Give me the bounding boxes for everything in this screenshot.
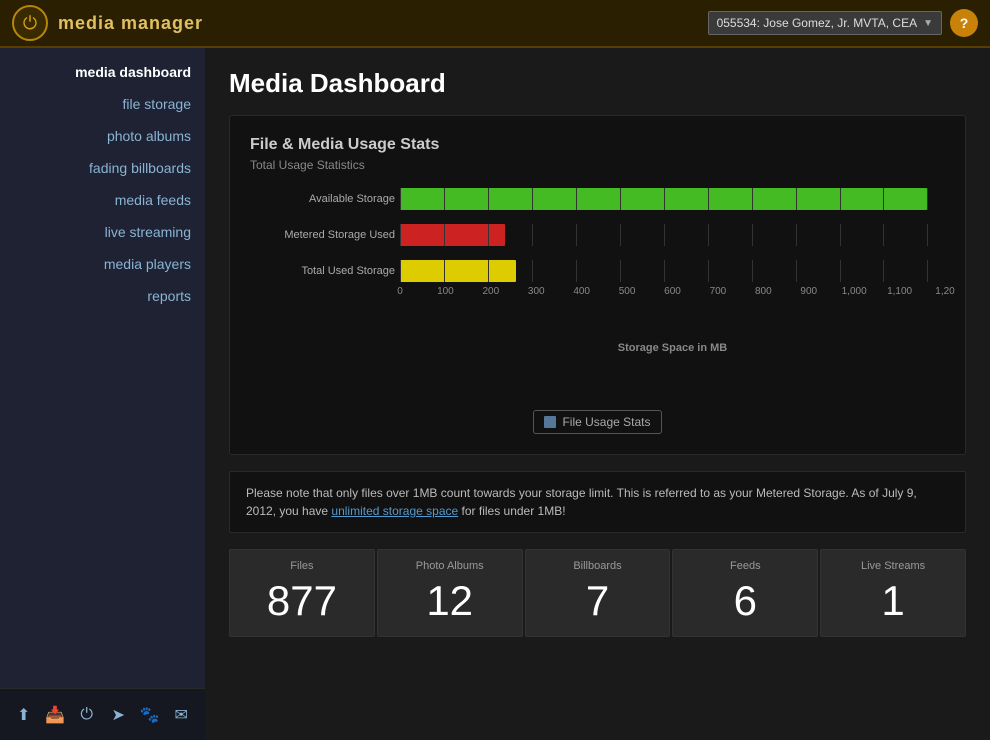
main-layout: media dashboardfile storagephoto albumsf… [0, 48, 990, 740]
download-icon[interactable]: 📥 [41, 701, 69, 729]
stat-label-live-streams: Live Streams [829, 560, 957, 572]
bar-container-total [400, 260, 945, 282]
stat-value-billboards: 7 [534, 580, 662, 622]
header-left: ⏻ media manager [12, 5, 203, 41]
stat-value-files: 877 [238, 580, 366, 622]
x-tick-0: 0 [397, 286, 403, 297]
sidebar-item-media-dashboard[interactable]: media dashboard [0, 56, 205, 88]
chart-bar-label-available: Available Storage [250, 193, 395, 205]
sidebar-nav: media dashboardfile storagephoto albumsf… [0, 48, 205, 688]
stat-label-billboards: Billboards [534, 560, 662, 572]
x-tick-9: 900 [800, 286, 817, 297]
stat-card-files: Files 877 [229, 549, 375, 637]
stat-card-billboards: Billboards 7 [525, 549, 671, 637]
bar-available [400, 188, 927, 210]
x-tick-10: 1,000 [842, 286, 867, 297]
chart-bar-row-available: Available Storage [400, 188, 945, 210]
help-button[interactable]: ? [950, 9, 978, 37]
stat-label-photo-albums: Photo Albums [386, 560, 514, 572]
page-title: Media Dashboard [229, 68, 966, 99]
chart-bar-row-metered: Metered Storage Used [400, 224, 945, 246]
x-tick-11: 1,100 [887, 286, 912, 297]
sidebar-item-file-storage[interactable]: file storage [0, 88, 205, 120]
x-axis-label: Storage Space in MB [400, 342, 945, 354]
stat-value-photo-albums: 12 [386, 580, 514, 622]
sidebar-item-fading-billboards[interactable]: fading billboards [0, 152, 205, 184]
x-tick-1: 100 [437, 286, 454, 297]
sidebar-item-live-streaming[interactable]: live streaming [0, 216, 205, 248]
chart-title: File & Media Usage Stats [250, 136, 945, 154]
header-right: 055534: Jose Gomez, Jr. MVTA, CEA ▼ ? [708, 9, 978, 37]
x-tick-2: 200 [482, 286, 499, 297]
chart-bar-row-total: Total Used Storage [400, 260, 945, 282]
stat-card-feeds: Feeds 6 [672, 549, 818, 637]
stat-label-files: Files [238, 560, 366, 572]
unlimited-storage-link[interactable]: unlimited storage space [331, 504, 458, 518]
x-tick-3: 300 [528, 286, 545, 297]
sidebar-item-media-players[interactable]: media players [0, 248, 205, 280]
chart-bar-label-total: Total Used Storage [250, 265, 395, 277]
stat-value-feeds: 6 [681, 580, 809, 622]
chart-rows: Available Storage Metered Storage Used Tot… [400, 188, 945, 282]
app-logo-icon: ⏻ [12, 5, 48, 41]
x-tick-4: 400 [573, 286, 590, 297]
info-text-block: Please note that only files over 1MB cou… [229, 471, 966, 533]
stats-row: Files877Photo Albums12Billboards7Feeds6L… [229, 549, 966, 637]
app-title: media manager [58, 13, 203, 34]
power-icon[interactable]: ⏻ [73, 701, 101, 729]
user-label: 055534: Jose Gomez, Jr. MVTA, CEA [717, 16, 918, 30]
chart-legend: File Usage Stats [250, 410, 945, 434]
x-tick-7: 700 [710, 286, 727, 297]
x-axis-ticks: 01002003004005006007008009001,0001,1001,… [400, 286, 945, 306]
user-dropdown[interactable]: 055534: Jose Gomez, Jr. MVTA, CEA ▼ [708, 11, 942, 35]
bar-container-available [400, 188, 945, 210]
bar-container-metered [400, 224, 945, 246]
mail-icon[interactable]: ✉ [167, 701, 195, 729]
sidebar-item-photo-albums[interactable]: photo albums [0, 120, 205, 152]
main-content: Media Dashboard File & Media Usage Stats… [205, 48, 990, 740]
stat-card-photo-albums: Photo Albums 12 [377, 549, 523, 637]
chart-card: File & Media Usage Stats Total Usage Sta… [229, 115, 966, 455]
legend-color-swatch [544, 416, 556, 428]
chart-subtitle: Total Usage Statistics [250, 158, 945, 172]
x-tick-12: 1,20 [935, 286, 954, 297]
sidebar: media dashboardfile storagephoto albumsf… [0, 48, 205, 740]
arrow-icon[interactable]: ➤ [104, 701, 132, 729]
bar-metered [400, 224, 505, 246]
bar-total [400, 260, 516, 282]
x-tick-6: 600 [664, 286, 681, 297]
sidebar-item-media-feeds[interactable]: media feeds [0, 184, 205, 216]
legend-label: File Usage Stats [562, 415, 650, 429]
stat-value-live-streams: 1 [829, 580, 957, 622]
stat-card-live-streams: Live Streams 1 [820, 549, 966, 637]
sidebar-item-reports[interactable]: reports [0, 280, 205, 312]
legend-file-usage[interactable]: File Usage Stats [533, 410, 661, 434]
stat-label-feeds: Feeds [681, 560, 809, 572]
x-tick-8: 800 [755, 286, 772, 297]
chart-bar-label-metered: Metered Storage Used [250, 229, 395, 241]
x-tick-5: 500 [619, 286, 636, 297]
share-icon[interactable]: 🐾 [136, 701, 164, 729]
sidebar-footer: ⬆ 📥 ⏻ ➤ 🐾 ✉ [0, 688, 205, 740]
app-header: ⏻ media manager 055534: Jose Gomez, Jr. … [0, 0, 990, 48]
chevron-down-icon: ▼ [923, 18, 933, 29]
upload-icon[interactable]: ⬆ [10, 701, 38, 729]
bar-chart: Available Storage Metered Storage Used Tot… [250, 188, 945, 394]
info-text-2: for files under 1MB! [462, 504, 566, 518]
